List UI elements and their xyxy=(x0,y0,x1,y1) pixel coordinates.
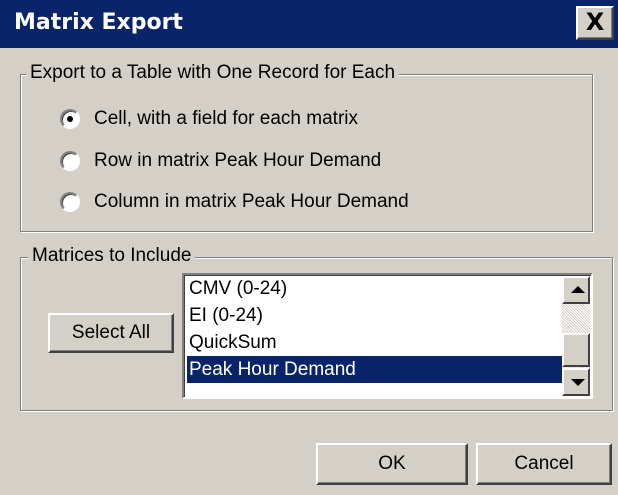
listbox-scrollbar[interactable] xyxy=(562,276,590,396)
matrices-legend: Matrices to Include xyxy=(28,245,196,267)
radio-label-column: Column in matrix Peak Hour Demand xyxy=(94,191,409,212)
matrix-export-dialog: Matrix Export X Export to a Table with O… xyxy=(0,0,618,495)
ok-button[interactable]: OK xyxy=(316,443,468,485)
scroll-up-button[interactable] xyxy=(562,276,590,304)
arrow-down-icon xyxy=(571,379,585,386)
radio-label-row: Row in matrix Peak Hour Demand xyxy=(94,150,382,171)
radio-button-cell[interactable] xyxy=(60,109,80,129)
ok-label: OK xyxy=(378,453,406,474)
list-item-label: EI (0-24) xyxy=(189,305,263,326)
radio-option-column[interactable]: Column in matrix Peak Hour Demand xyxy=(60,188,409,216)
radio-button-column[interactable] xyxy=(60,192,80,212)
list-item[interactable]: EI (0-24) xyxy=(187,302,562,329)
scrollbar-thumb[interactable] xyxy=(562,333,590,367)
list-item-selected[interactable]: Peak Hour Demand xyxy=(187,356,562,383)
arrow-up-icon xyxy=(571,286,585,293)
list-item-label: QuickSum xyxy=(189,332,277,353)
scroll-down-button[interactable] xyxy=(562,368,590,396)
select-all-label: Select All xyxy=(71,322,151,343)
close-icon: X xyxy=(585,8,605,36)
radio-option-cell[interactable]: Cell, with a field for each matrix xyxy=(60,105,358,133)
list-item[interactable]: CMV (0-24) xyxy=(187,275,562,302)
select-all-button[interactable]: Select All xyxy=(48,313,174,353)
dialog-title: Matrix Export xyxy=(14,10,183,35)
radio-button-row[interactable] xyxy=(60,151,80,171)
cancel-button[interactable]: Cancel xyxy=(476,443,612,485)
list-item-label: Peak Hour Demand xyxy=(189,359,356,380)
radio-label-cell: Cell, with a field for each matrix xyxy=(94,108,358,129)
list-item-label: CMV (0-24) xyxy=(189,278,288,299)
close-button[interactable]: X xyxy=(576,6,614,40)
export-options-legend: Export to a Table with One Record for Ea… xyxy=(26,62,400,84)
radio-option-row[interactable]: Row in matrix Peak Hour Demand xyxy=(60,147,381,175)
list-item[interactable]: QuickSum xyxy=(187,329,562,356)
cancel-label: Cancel xyxy=(514,453,574,474)
title-bar[interactable]: Matrix Export X xyxy=(0,0,618,48)
matrices-listbox[interactable]: CMV (0-24) EI (0-24) QuickSum Peak Hour … xyxy=(182,273,593,399)
